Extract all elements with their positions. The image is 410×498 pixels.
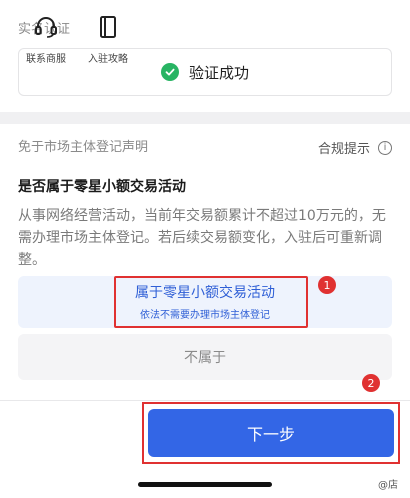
watermark: @店 <box>378 480 398 491</box>
annotation-badge-2: 2 <box>362 374 380 392</box>
entry-guide-button[interactable]: 入驻攻略 <box>78 14 138 65</box>
check-circle-icon <box>160 63 179 81</box>
question-description: 从事网络经营活动，当前年交易额累计不超过10万元的，无需办理市场主体登记。若后续… <box>18 208 386 268</box>
option-yes-sublabel: 依法不需要办理市场主体登记 <box>140 310 270 321</box>
compliance-tip[interactable]: 合规提示 i <box>318 138 392 157</box>
declaration-section-title: 免于市场主体登记声明 <box>18 140 149 155</box>
entry-guide-label: 入驻攻略 <box>88 54 128 65</box>
verify-status-text: 验证成功 <box>188 63 249 82</box>
contact-service-label: 联系商服 <box>26 54 66 65</box>
question-heading: 是否属于零星小额交易活动 <box>18 179 186 195</box>
next-step-button[interactable]: 下一步 <box>148 409 394 457</box>
contact-service-button[interactable]: 联系商服 <box>16 14 76 65</box>
compliance-label: 合规提示 <box>317 142 370 157</box>
home-indicator <box>138 482 272 487</box>
book-icon <box>95 14 121 44</box>
option-no-button[interactable]: 不属于 <box>18 334 392 380</box>
info-icon[interactable]: i <box>378 140 392 155</box>
headset-icon <box>33 14 59 44</box>
annotation-badge-1: 1 <box>318 276 336 294</box>
